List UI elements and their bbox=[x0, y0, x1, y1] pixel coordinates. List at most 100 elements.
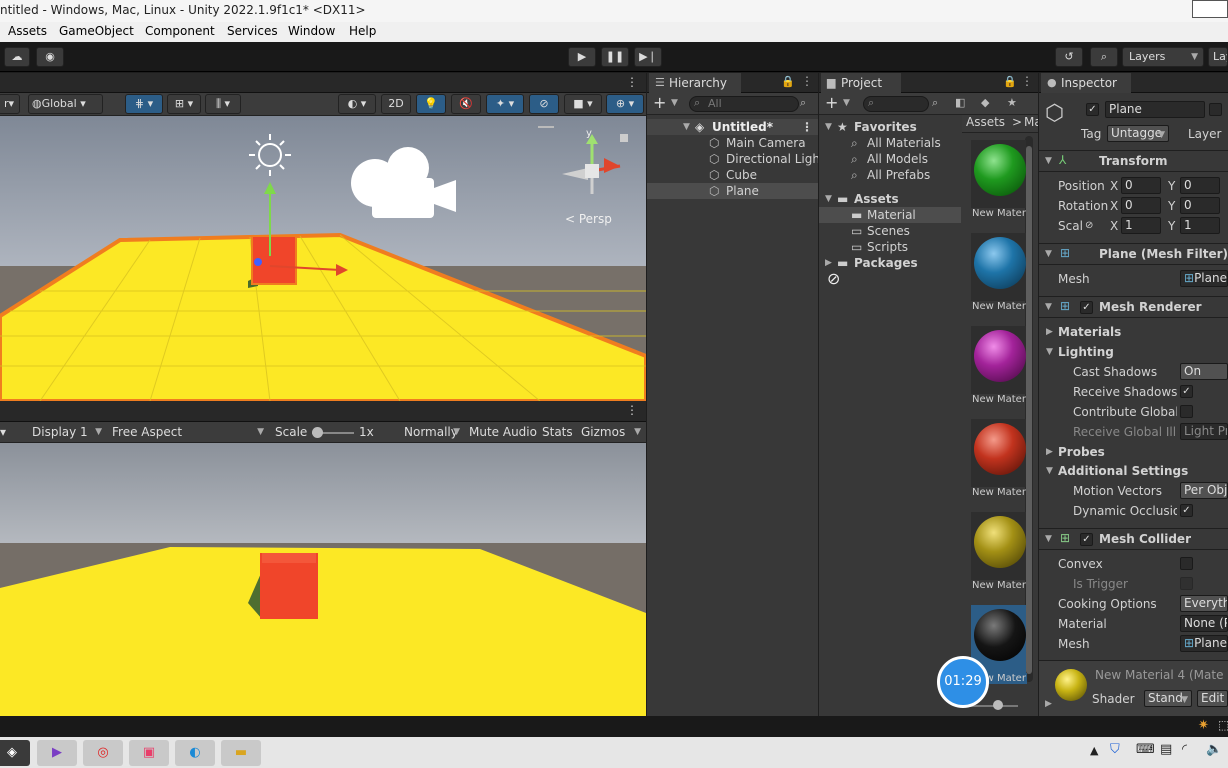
menu-component[interactable]: Component bbox=[145, 24, 215, 38]
expand-triangle-icon[interactable]: ▼ bbox=[683, 119, 690, 135]
project-search-input[interactable]: ⌕ bbox=[863, 96, 929, 112]
breadcrumb-material[interactable]: Ma bbox=[1024, 115, 1038, 129]
filter-label-icon[interactable]: ◆ bbox=[981, 96, 989, 109]
receive-shadows-checkbox[interactable]: ✓ bbox=[1180, 385, 1193, 398]
lighting-foldout[interactable]: Lighting bbox=[1058, 344, 1114, 360]
favorite-item[interactable]: ⌕ All Prefabs bbox=[819, 167, 961, 183]
play-button[interactable]: ▶ bbox=[568, 47, 596, 67]
add-icon[interactable]: + bbox=[825, 93, 838, 112]
gizmos-dropdown[interactable]: Gizmos ▼ bbox=[578, 424, 644, 441]
scale-y-input[interactable]: 1 bbox=[1180, 217, 1220, 234]
mesh-filter-header[interactable]: ▼ ⊞ Plane (Mesh Filter) bbox=[1039, 243, 1228, 265]
expand-triangle-icon[interactable]: ▼ bbox=[1045, 534, 1052, 544]
assets-folder[interactable]: ▼ ▬ Assets bbox=[819, 191, 961, 207]
dynamic-occlusion-checkbox[interactable]: ✓ bbox=[1180, 504, 1193, 517]
breadcrumb-assets[interactable]: Assets bbox=[966, 115, 1005, 129]
game-viewport[interactable] bbox=[0, 443, 646, 716]
mute-audio-toggle[interactable]: Mute Audio bbox=[469, 425, 537, 439]
lighting-progress-icon[interactable]: ✷ bbox=[1198, 718, 1209, 733]
active-checkbox[interactable]: ✓ bbox=[1086, 103, 1099, 116]
draw-mode-dropdown[interactable]: ◐ ▾ bbox=[338, 94, 376, 114]
receive-gi-dropdown[interactable]: Light Pr bbox=[1180, 423, 1228, 440]
favorite-star-icon[interactable]: ★ bbox=[1007, 96, 1017, 109]
wifi-icon[interactable]: ◜ bbox=[1182, 742, 1187, 757]
camera-dropdown-icon[interactable]: ■ ▾ bbox=[564, 94, 602, 114]
notification-icon[interactable]: ⬚ bbox=[1218, 718, 1228, 732]
object-name-input[interactable]: Plane bbox=[1105, 101, 1205, 118]
position-x-input[interactable]: 0 bbox=[1121, 177, 1161, 194]
lock-icon[interactable]: 🔒 bbox=[1003, 75, 1017, 88]
aspect-dropdown[interactable]: Free Aspect ▼ bbox=[108, 424, 268, 441]
keyboard-icon[interactable]: ⌨ bbox=[1136, 742, 1155, 757]
collab-icon[interactable]: ◉ bbox=[36, 47, 64, 67]
file-explorer-icon[interactable]: ▬ bbox=[221, 740, 261, 766]
more-icon[interactable]: ⋮ bbox=[801, 119, 813, 135]
tab-project[interactable]: ▆ Project bbox=[821, 73, 901, 93]
volume-icon[interactable]: 🔈 bbox=[1206, 742, 1222, 757]
play-focus-dropdown[interactable]: Normally ▼ bbox=[400, 424, 462, 441]
more-icon[interactable]: ⋮ bbox=[626, 75, 638, 89]
rotation-y-input[interactable]: 0 bbox=[1180, 197, 1220, 214]
chevron-down-icon[interactable]: ▼ bbox=[843, 98, 850, 108]
scene-root-item[interactable]: ▼ ◈ Untitled* ⋮ bbox=[647, 119, 818, 135]
tab-inspector[interactable]: ● Inspector bbox=[1041, 73, 1131, 93]
layout-dropdown[interactable]: Lay bbox=[1208, 47, 1228, 67]
music-app-icon[interactable]: ◎ bbox=[83, 740, 123, 766]
material-thumbnail[interactable] bbox=[971, 419, 1026, 487]
collider-mesh-field[interactable]: ⊞Plane bbox=[1180, 635, 1228, 652]
mesh-collider-header[interactable]: ▼ ⊞ ✓ Mesh Collider bbox=[1039, 528, 1228, 550]
collider-material-field[interactable]: None (P bbox=[1180, 615, 1228, 632]
collapse-triangle-icon[interactable]: ▶ bbox=[1046, 444, 1053, 460]
increment-snap-icon[interactable]: ⫼ ▾ bbox=[205, 94, 241, 114]
media-app-icon[interactable]: ▣ bbox=[129, 740, 169, 766]
contribute-gi-checkbox[interactable] bbox=[1180, 405, 1193, 418]
tray-expand-icon[interactable]: ▲ bbox=[1090, 744, 1098, 757]
motion-vectors-dropdown[interactable]: Per Obje bbox=[1180, 482, 1228, 499]
more-icon[interactable]: ⋮ bbox=[626, 403, 638, 417]
hierarchy-item[interactable]: ⬡ Directional Light bbox=[647, 151, 818, 167]
probes-foldout[interactable]: Probes bbox=[1058, 444, 1105, 460]
security-shield-icon[interactable]: ⛉ bbox=[1110, 742, 1120, 757]
menu-assets[interactable]: Assets bbox=[8, 24, 47, 38]
mesh-renderer-header[interactable]: ▼ ⊞ ✓ Mesh Renderer bbox=[1039, 296, 1228, 318]
mesh-collider-enabled-checkbox[interactable]: ✓ bbox=[1080, 533, 1093, 546]
favorites-group[interactable]: ▼ ★ Favorites bbox=[819, 119, 961, 135]
link-icon[interactable]: ⊘ bbox=[1085, 218, 1093, 234]
asset-folder-selected[interactable]: ▬ Material bbox=[819, 207, 961, 223]
expand-triangle-icon[interactable]: ▼ bbox=[1045, 156, 1052, 166]
asset-folder[interactable]: ▭ Scenes bbox=[819, 223, 961, 239]
cast-shadows-dropdown[interactable]: On bbox=[1180, 363, 1228, 380]
expand-triangle-icon[interactable]: ▼ bbox=[1046, 463, 1053, 479]
hierarchy-item-selected[interactable]: ⬡ Plane bbox=[647, 183, 818, 199]
lock-icon[interactable]: 🔒 bbox=[781, 75, 795, 88]
shader-edit-button[interactable]: Edit bbox=[1197, 690, 1228, 707]
pause-button[interactable]: ❚❚ bbox=[601, 47, 629, 67]
tag-dropdown[interactable]: Untagge ▼ bbox=[1107, 125, 1169, 142]
device-icon[interactable]: ▤ bbox=[1160, 742, 1172, 757]
layers-dropdown[interactable]: Layers ▼ bbox=[1122, 47, 1204, 67]
recording-timer[interactable]: 01:29 bbox=[937, 656, 989, 708]
hierarchy-item[interactable]: ⬡ Cube bbox=[647, 167, 818, 183]
is-trigger-checkbox[interactable] bbox=[1180, 577, 1193, 590]
scale-x-input[interactable]: 1 bbox=[1121, 217, 1161, 234]
visual-studio-icon[interactable]: ▶ bbox=[37, 740, 77, 766]
materials-foldout[interactable]: Materials bbox=[1058, 324, 1121, 340]
thumbnail-size-handle[interactable] bbox=[993, 700, 1003, 710]
filter-type-icon[interactable]: ◧ bbox=[955, 96, 965, 109]
menu-help[interactable]: Help bbox=[349, 24, 376, 38]
favorite-item[interactable]: ⌕ All Materials bbox=[819, 135, 961, 151]
transform-header[interactable]: ▼ ⅄ Transform bbox=[1039, 150, 1228, 172]
additional-settings-foldout[interactable]: Additional Settings bbox=[1058, 463, 1188, 479]
game-mode-dropdown[interactable]: ▾ bbox=[0, 425, 6, 439]
mode-2d-toggle[interactable]: 2D bbox=[381, 94, 411, 114]
rotation-x-input[interactable]: 0 bbox=[1121, 197, 1161, 214]
menu-window[interactable]: Window bbox=[288, 24, 335, 38]
edge-browser-icon[interactable]: ◐ bbox=[175, 740, 215, 766]
tab-hierarchy[interactable]: ☰ Hierarchy bbox=[649, 73, 741, 93]
window-control-button[interactable] bbox=[1192, 0, 1228, 18]
static-checkbox[interactable] bbox=[1209, 103, 1222, 116]
grid-icon[interactable]: ⊞ ▾ bbox=[167, 94, 201, 114]
visibility-toggle-icon[interactable]: ⊘ bbox=[529, 94, 559, 114]
expand-triangle-icon[interactable]: ▼ bbox=[825, 119, 832, 135]
expand-triangle-icon[interactable]: ▼ bbox=[1045, 302, 1052, 312]
